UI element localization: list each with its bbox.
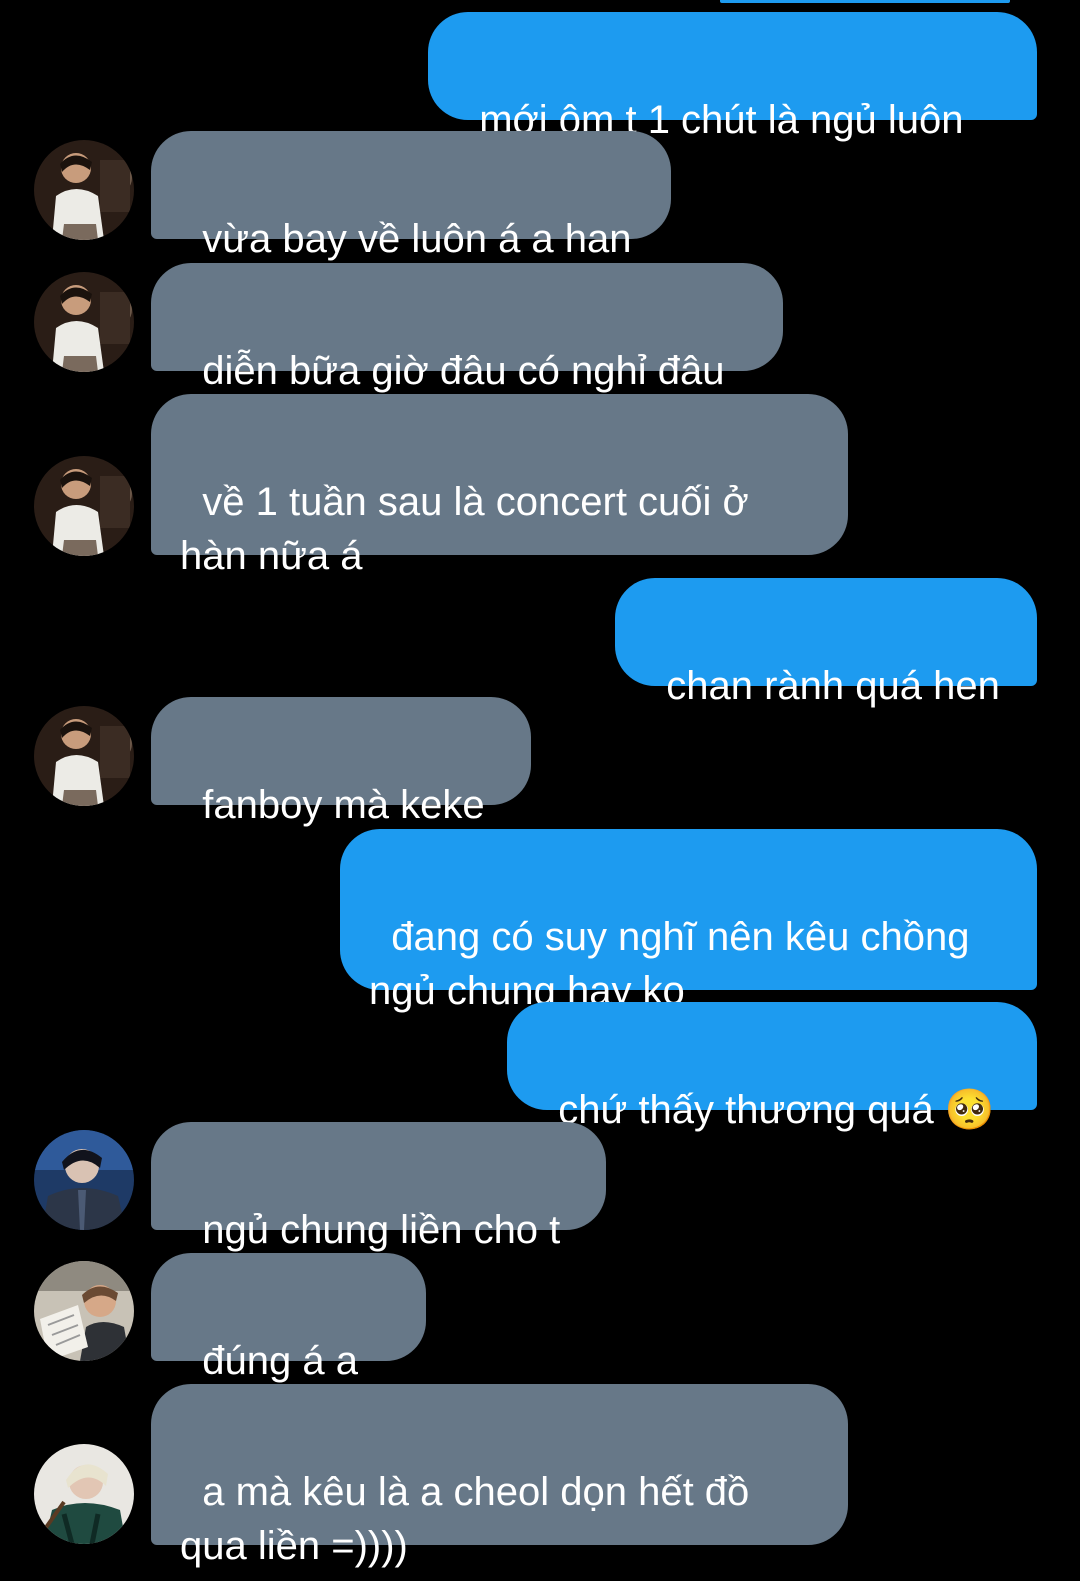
outgoing-message-bubble[interactable]: chan rành quá hen (615, 578, 1037, 708)
message-text: diễn bữa giờ đâu có nghỉ đâu (202, 349, 725, 393)
avatar-hanbin[interactable] (34, 706, 134, 806)
message-text: a mà kêu là a cheol dọn hết đồ qua liền … (180, 1470, 750, 1568)
outgoing-message-bubble[interactable]: đang có suy nghĩ nên kêu chồng ngủ chung… (340, 829, 1037, 1013)
message-text: vừa bay về luôn á a han (202, 217, 632, 261)
outgoing-message-bubble[interactable]: chứ thấy thương quá 🥺 (507, 1002, 1037, 1132)
avatar-hanbin[interactable] (34, 456, 134, 556)
incoming-message-bubble[interactable]: diễn bữa giờ đâu có nghỉ đâu (151, 263, 783, 393)
avatar-photo-icon (34, 1130, 134, 1230)
message-text: về 1 tuần sau là concert cuối ở hàn nữa … (180, 480, 749, 578)
avatar-photo-icon (34, 140, 134, 240)
avatar-hanbin[interactable] (34, 140, 134, 240)
avatar-photo-icon (34, 1444, 134, 1544)
message-text: chan rành quá hen (666, 664, 1000, 708)
avatar-blond-member[interactable] (34, 1444, 134, 1544)
incoming-message-bubble[interactable]: về 1 tuần sau là concert cuối ở hàn nữa … (151, 394, 848, 578)
incoming-message-bubble[interactable]: vừa bay về luôn á a han (151, 131, 671, 261)
avatar-hanbin[interactable] (34, 272, 134, 372)
incoming-message-bubble[interactable]: đúng á a ơi (151, 1253, 426, 1437)
message-text: đang có suy nghĩ nên kêu chồng ngủ chung… (369, 915, 970, 1013)
avatar-photo-icon (34, 1261, 134, 1361)
previous-message-edge (720, 0, 1010, 3)
avatar-photo-icon (34, 456, 134, 556)
avatar-photo-icon (34, 272, 134, 372)
avatar-blue-member[interactable] (34, 1130, 134, 1230)
incoming-message-bubble[interactable]: ngủ chung liền cho t (151, 1122, 606, 1252)
avatar-reader-member[interactable] (34, 1261, 134, 1361)
message-text: fanboy mà keke (202, 783, 485, 827)
incoming-message-bubble[interactable]: fanboy mà keke (151, 697, 531, 827)
outgoing-message-bubble[interactable]: mới ôm t 1 chút là ngủ luôn (428, 12, 1037, 142)
incoming-message-bubble[interactable]: a mà kêu là a cheol dọn hết đồ qua liền … (151, 1384, 848, 1568)
message-text: chứ thấy thương quá 🥺 (558, 1088, 995, 1132)
message-text: ngủ chung liền cho t (202, 1208, 561, 1252)
avatar-photo-icon (34, 706, 134, 806)
